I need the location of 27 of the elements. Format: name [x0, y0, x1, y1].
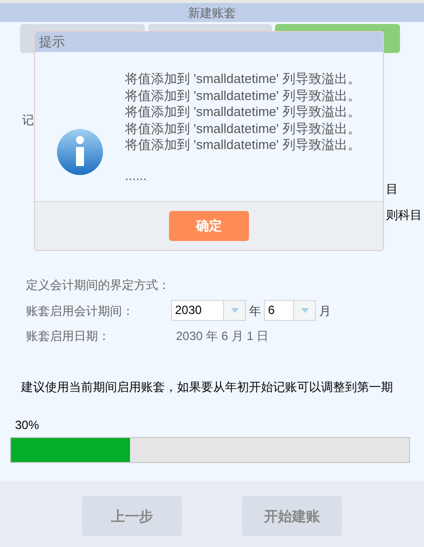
month-select[interactable]: 6: [264, 300, 316, 321]
field-label: 账套启用会计期间：: [26, 302, 135, 320]
dialog-title: 提示: [39, 33, 65, 52]
window-title: 新建账套: [188, 4, 236, 22]
message-line: 将值添加到 'smalldatetime' 列导致溢出。: [125, 120, 360, 137]
info-icon: [57, 129, 103, 175]
step-button[interactable]: 开始建账: [242, 496, 342, 536]
message-line: 将值添加到 'smalldatetime' 列导致溢出。: [125, 71, 360, 88]
section-heading: 定义会计期间的界定方式：: [26, 277, 171, 294]
dropdown-arrow-icon: [300, 308, 308, 313]
unit-label: 月: [319, 302, 331, 320]
partial-text: 目: [386, 181, 398, 198]
year-select[interactable]: 2030: [171, 300, 246, 321]
date-value: 2030 年 6 月 1 日: [176, 328, 269, 345]
ok-button[interactable]: 确定: [169, 211, 249, 241]
ellipsis-text: ......: [125, 168, 148, 184]
message-line: 将值添加到 'smalldatetime' 列导致溢出。: [125, 88, 360, 104]
partial-text: 记: [22, 112, 34, 129]
unit-label: 年: [249, 302, 261, 320]
step-button[interactable]: 上一步: [82, 496, 182, 536]
message-line: 将值添加到 'smalldatetime' 列导致溢出。: [125, 104, 360, 120]
suggestion-text: 建议使用当前期间启用账套，如果要从年初开始记账可以调整到第一期: [21, 380, 393, 394]
field-label: 账套启用日期：: [26, 328, 111, 345]
progress-reading: 30%: [15, 418, 40, 432]
partial-text: 则科目: [386, 207, 422, 224]
dropdown-arrow-icon: [230, 308, 238, 313]
message-line: 将值添加到 'smalldatetime' 列导致溢出。: [125, 137, 360, 154]
